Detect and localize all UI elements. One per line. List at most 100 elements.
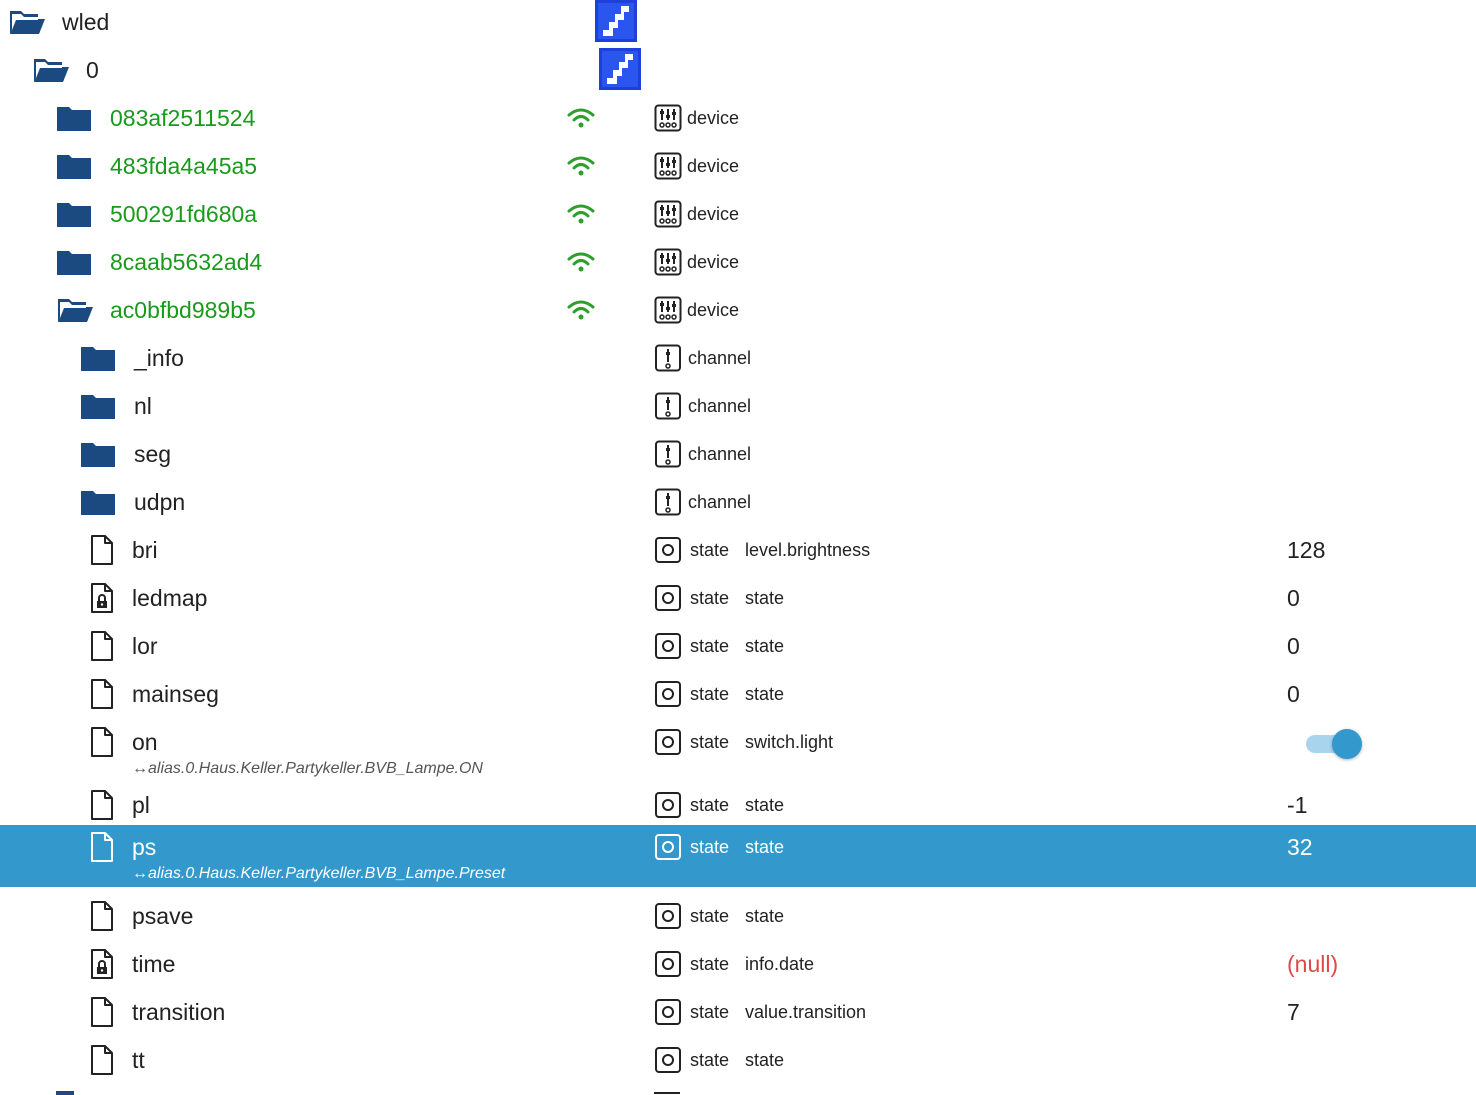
folder-closed-icon[interactable]	[56, 152, 92, 180]
state-value[interactable]: 7	[1287, 998, 1300, 1026]
object-type-label: state	[690, 540, 730, 560]
folder-closed-icon[interactable]	[80, 440, 116, 468]
tree-row-state[interactable]: mainseg state state 0	[0, 672, 1476, 720]
object-role: switch.light	[745, 732, 834, 752]
file-icon	[90, 900, 114, 932]
tree-row-channel[interactable]: udpn channel	[0, 480, 1476, 528]
tree-row-state[interactable]: transition state value.transition 7	[0, 990, 1476, 1038]
tree-row-state[interactable]: bri state level.brightness 128	[0, 528, 1476, 576]
state-alias: ↔alias.0.Haus.Keller.Partykeller.BVB_Lam…	[132, 760, 483, 777]
state-value-null[interactable]: (null)	[1287, 950, 1338, 978]
object-type-label: device	[687, 252, 740, 272]
device-type-icon	[654, 248, 682, 276]
state-type-icon	[654, 536, 682, 564]
state-value[interactable]: 0	[1287, 632, 1300, 660]
object-role: info.date	[745, 954, 815, 974]
object-type-label: channel	[688, 444, 752, 464]
channel-type-icon	[654, 488, 682, 516]
object-tree: wled 0 083af2511524 device 483fda4a45a5 …	[0, 0, 1476, 1095]
tree-row-state[interactable]: psave state state	[0, 894, 1476, 942]
folder-closed-icon[interactable]	[80, 392, 116, 420]
tree-row-partial[interactable]	[0, 1086, 1476, 1095]
tree-row-state[interactable]: time state info.date (null)	[0, 942, 1476, 990]
state-type-icon	[654, 1046, 682, 1074]
wifi-connected-icon	[566, 298, 596, 322]
tree-row-state[interactable]: ledmap state state 0	[0, 576, 1476, 624]
tree-row-device[interactable]: 8caab5632ad4 device	[0, 240, 1476, 288]
state-type-icon	[654, 902, 682, 930]
object-role: state	[745, 906, 785, 926]
folder-open-icon[interactable]	[56, 296, 93, 324]
tree-node-name: 0	[86, 57, 99, 83]
device-name: 8caab5632ad4	[110, 249, 263, 275]
state-value[interactable]: 0	[1287, 680, 1300, 708]
tree-row-wled[interactable]: wled	[0, 0, 1476, 48]
channel-name: udpn	[134, 489, 186, 515]
wifi-connected-icon	[566, 106, 596, 130]
tree-row-device[interactable]: ac0bfbd989b5 device	[0, 288, 1476, 336]
tree-row-device[interactable]: 500291fd680a device	[0, 192, 1476, 240]
folder-closed-icon[interactable]	[80, 344, 116, 372]
tree-row-state[interactable]: tt state state	[0, 1038, 1476, 1086]
state-type-icon	[654, 950, 682, 978]
tree-row-state-selected[interactable]: ps ↔alias.0.Haus.Keller.Partykeller.BVB_…	[0, 825, 1476, 887]
state-value[interactable]: 128	[1287, 536, 1325, 564]
state-type-icon	[654, 632, 682, 660]
object-type-label: channel	[688, 396, 752, 416]
tree-row-channel[interactable]: _info channel	[0, 336, 1476, 384]
tree-node-name: wled	[62, 9, 110, 35]
state-name: psave	[132, 903, 194, 929]
object-type-label: state	[690, 636, 730, 656]
state-name: ledmap	[132, 585, 208, 611]
folder-closed-icon[interactable]	[56, 200, 92, 228]
tree-row-channel[interactable]: nl channel	[0, 384, 1476, 432]
tree-row-state[interactable]: pl state state -1	[0, 783, 1476, 831]
tree-row-instance-0[interactable]: 0	[0, 48, 1476, 96]
object-type-label: state	[690, 795, 730, 815]
state-type-icon	[654, 728, 682, 756]
object-role: state	[745, 837, 785, 857]
state-name: ps	[132, 834, 157, 860]
state-type-icon	[654, 584, 682, 612]
state-value[interactable]: -1	[1287, 791, 1307, 819]
wled-adapter-logo-icon	[599, 48, 641, 90]
object-type-label: state	[690, 588, 730, 608]
object-role: state	[745, 795, 785, 815]
file-icon	[90, 831, 114, 863]
object-type-label: device	[687, 156, 740, 176]
folder-open-icon[interactable]	[32, 56, 69, 84]
state-name: on	[132, 729, 158, 755]
tree-row-state[interactable]: lor state state 0	[0, 624, 1476, 672]
tree-row-device[interactable]: 083af2511524 device	[0, 96, 1476, 144]
object-role: state	[745, 636, 785, 656]
wifi-connected-icon	[566, 154, 596, 178]
file-icon	[90, 789, 114, 821]
state-name: time	[132, 951, 176, 977]
tree-row-state[interactable]: on ↔alias.0.Haus.Keller.Partykeller.BVB_…	[0, 720, 1476, 782]
object-type-label: state	[690, 1002, 730, 1022]
channel-name: _info	[134, 345, 184, 371]
file-icon	[90, 534, 114, 566]
object-type-label: channel	[688, 492, 752, 512]
folder-closed-icon[interactable]	[80, 488, 116, 516]
object-type-label: state	[690, 837, 730, 857]
file-icon	[90, 996, 114, 1028]
tree-row-channel[interactable]: seg channel	[0, 432, 1476, 480]
switch-light-toggle[interactable]	[1304, 728, 1362, 759]
folder-open-icon[interactable]	[8, 8, 45, 36]
tree-row-device[interactable]: 483fda4a45a5 device	[0, 144, 1476, 192]
folder-closed-icon[interactable]	[56, 248, 92, 276]
folder-closed-icon[interactable]	[56, 104, 92, 132]
object-type-label: state	[690, 906, 730, 926]
state-name: lor	[132, 633, 158, 659]
device-type-icon	[654, 104, 682, 132]
file-lock-icon	[90, 948, 114, 980]
state-name: tt	[132, 1047, 145, 1073]
object-type-label: device	[687, 108, 740, 128]
file-lock-icon	[90, 582, 114, 614]
object-role: value.transition	[745, 1002, 867, 1022]
device-name: 500291fd680a	[110, 201, 258, 227]
channel-name: nl	[134, 393, 152, 419]
state-value[interactable]: 32	[1287, 833, 1313, 861]
state-value[interactable]: 0	[1287, 584, 1300, 612]
